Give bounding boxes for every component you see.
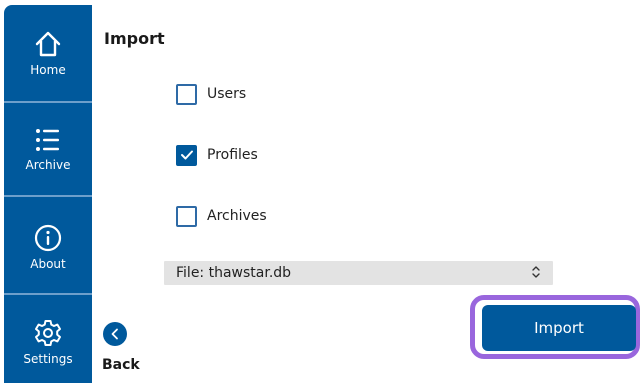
- back-button[interactable]: [103, 322, 127, 346]
- list-icon: [4, 126, 92, 154]
- option-archives[interactable]: Archives: [176, 204, 267, 228]
- sidebar: Home Archive About Settings: [4, 5, 92, 383]
- option-label: Users: [207, 86, 247, 102]
- back-label[interactable]: Back: [102, 357, 140, 373]
- option-users[interactable]: Users: [176, 82, 246, 106]
- checkbox[interactable]: [176, 83, 197, 105]
- option-label: Archives: [207, 208, 267, 224]
- checkbox-checked[interactable]: [176, 144, 197, 166]
- import-button[interactable]: Import: [482, 305, 636, 351]
- home-icon: [4, 29, 92, 59]
- up-down-chevron-icon: [531, 264, 541, 283]
- file-select[interactable]: File: thawstar.db: [164, 261, 553, 285]
- sidebar-item-about[interactable]: About: [4, 223, 92, 271]
- option-profiles[interactable]: Profiles: [176, 143, 258, 167]
- gear-icon: [4, 318, 92, 348]
- sidebar-divider: [4, 195, 92, 197]
- sidebar-item-label: About: [30, 257, 66, 271]
- sidebar-item-archive[interactable]: Archive: [4, 126, 92, 172]
- info-icon: [4, 223, 92, 253]
- sidebar-item-label: Home: [30, 63, 66, 77]
- option-label: Profiles: [207, 147, 258, 163]
- sidebar-item-label: Settings: [23, 352, 73, 366]
- checkmark-icon: [180, 150, 193, 160]
- import-screen: Home Archive About Settings Import Users…: [0, 0, 641, 383]
- page-title: Import: [104, 29, 165, 48]
- checkbox[interactable]: [176, 205, 197, 227]
- file-select-value: File: thawstar.db: [176, 265, 292, 281]
- sidebar-item-settings[interactable]: Settings: [4, 318, 92, 366]
- sidebar-divider: [4, 293, 92, 295]
- sidebar-divider: [4, 101, 92, 103]
- sidebar-item-label: Archive: [25, 158, 71, 172]
- sidebar-item-home[interactable]: Home: [4, 29, 92, 77]
- chevron-left-icon: [110, 325, 120, 344]
